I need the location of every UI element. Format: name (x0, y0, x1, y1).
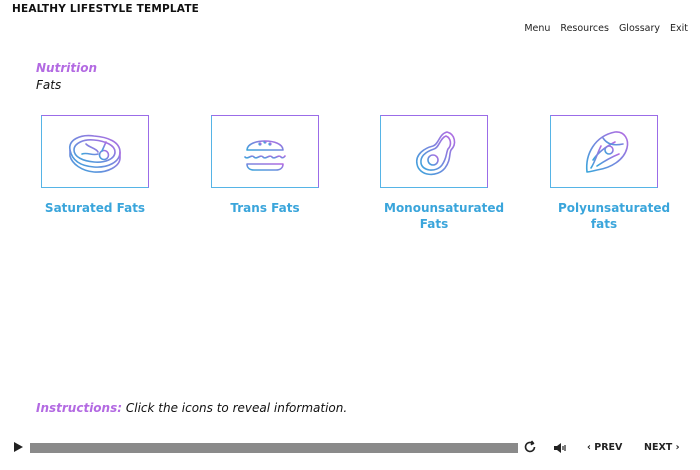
avocado-icon (415, 130, 456, 175)
salmon-icon (586, 130, 629, 173)
chevron-right-icon: › (675, 442, 680, 453)
resources-link[interactable]: Resources (560, 23, 609, 34)
trans-fats-card[interactable] (211, 115, 319, 188)
top-nav: Menu Resources Glossary Exit (524, 23, 688, 34)
progress-bar[interactable] (30, 443, 518, 453)
trans-fats-label[interactable]: Trans Fats (195, 200, 335, 216)
instructions-label: Instructions: (36, 401, 123, 415)
exit-link[interactable]: Exit (670, 23, 688, 34)
monounsaturated-fats-label[interactable]: Monounsaturated Fats (364, 200, 504, 232)
prev-label: PREV (594, 442, 623, 453)
next-button[interactable]: NEXT › (644, 442, 679, 453)
polyunsaturated-fats-label[interactable]: Polyunsaturated fats (534, 200, 674, 232)
play-icon[interactable] (14, 442, 23, 452)
app-title: HEALTHY LIFESTYLE TEMPLATE (12, 3, 200, 15)
replay-icon[interactable] (523, 440, 537, 454)
subsection-title: Fats (36, 78, 62, 92)
section-title: Nutrition (36, 61, 97, 75)
saturated-fats-card[interactable] (41, 115, 149, 188)
saturated-fats-label[interactable]: Saturated Fats (25, 200, 165, 216)
next-label: NEXT (644, 442, 673, 453)
chevron-left-icon: ‹ (587, 442, 591, 453)
steak-icon (69, 134, 121, 173)
monounsaturated-fats-card[interactable] (380, 115, 488, 188)
prev-button[interactable]: ‹ PREV (587, 442, 622, 453)
burger-icon (244, 139, 286, 171)
player-controls: ‹ PREV NEXT › (0, 438, 700, 460)
instructions-text: Click the icons to reveal information. (122, 401, 348, 415)
volume-icon[interactable] (553, 441, 567, 455)
menu-link[interactable]: Menu (524, 23, 550, 34)
polyunsaturated-fats-card[interactable] (550, 115, 658, 188)
instructions: Instructions: Click the icons to reveal … (36, 401, 347, 415)
glossary-link[interactable]: Glossary (619, 23, 660, 34)
